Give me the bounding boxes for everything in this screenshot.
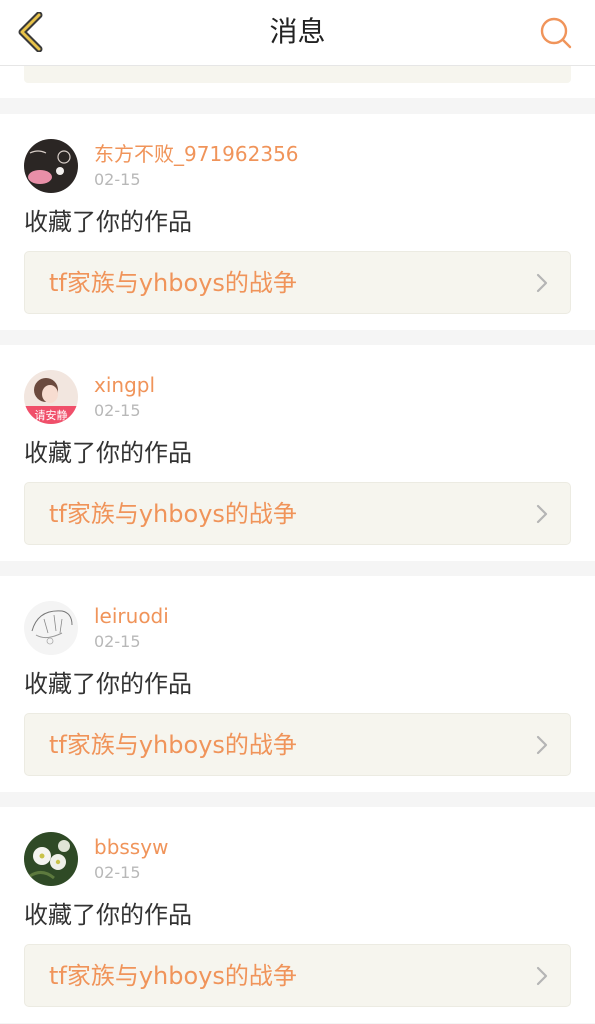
search-button[interactable]	[537, 14, 575, 52]
action-text: 收藏了你的作品	[24, 670, 192, 698]
chevron-right-icon	[536, 735, 548, 755]
notification-card: 请安静 xingpl 02-15 收藏了你的作品 tf家族与yhboys的战争	[0, 345, 595, 561]
work-title: tf家族与yhboys的战争	[49, 962, 297, 990]
top-bar: 消息	[0, 0, 595, 66]
notification-card-partial	[0, 66, 595, 98]
timestamp: 02-15	[94, 632, 141, 651]
avatar-caption: 请安静	[35, 408, 68, 422]
notification-list[interactable]: 东方不败_971962356 02-15 收藏了你的作品 tf家族与yhboys…	[0, 66, 595, 1024]
chevron-right-icon	[536, 966, 548, 986]
work-link[interactable]: tf家族与yhboys的战争	[24, 251, 571, 314]
avatar[interactable]: 请安静	[24, 370, 78, 424]
notification-card: 东方不败_971962356 02-15 收藏了你的作品 tf家族与yhboys…	[0, 114, 595, 330]
page-title: 消息	[269, 15, 326, 48]
action-text: 收藏了你的作品	[24, 439, 192, 467]
work-title: tf家族与yhboys的战争	[49, 731, 297, 759]
search-icon	[540, 17, 572, 49]
action-text: 收藏了你的作品	[24, 208, 192, 236]
work-title: tf家族与yhboys的战争	[49, 269, 297, 297]
avatar[interactable]	[24, 601, 78, 655]
notification-card: bbssyw 02-15 收藏了你的作品 tf家族与yhboys的战争	[0, 807, 595, 1023]
username[interactable]: 东方不败_971962356	[94, 142, 299, 166]
chevron-right-icon	[536, 504, 548, 524]
avatar[interactable]	[24, 139, 78, 193]
chevron-right-icon	[536, 273, 548, 293]
work-link[interactable]: tf家族与yhboys的战争	[24, 944, 571, 1007]
work-link[interactable]: tf家族与yhboys的战争	[24, 482, 571, 545]
avatar[interactable]	[24, 832, 78, 886]
timestamp: 02-15	[94, 863, 141, 882]
username[interactable]: leiruodi	[94, 604, 169, 628]
work-title: tf家族与yhboys的战争	[49, 500, 297, 528]
timestamp: 02-15	[94, 401, 141, 420]
work-link-partial[interactable]	[24, 66, 571, 83]
notification-card: leiruodi 02-15 收藏了你的作品 tf家族与yhboys的战争	[0, 576, 595, 792]
username[interactable]: xingpl	[94, 373, 155, 397]
timestamp: 02-15	[94, 170, 141, 189]
action-text: 收藏了你的作品	[24, 901, 192, 929]
username[interactable]: bbssyw	[94, 835, 168, 859]
work-link[interactable]: tf家族与yhboys的战争	[24, 713, 571, 776]
